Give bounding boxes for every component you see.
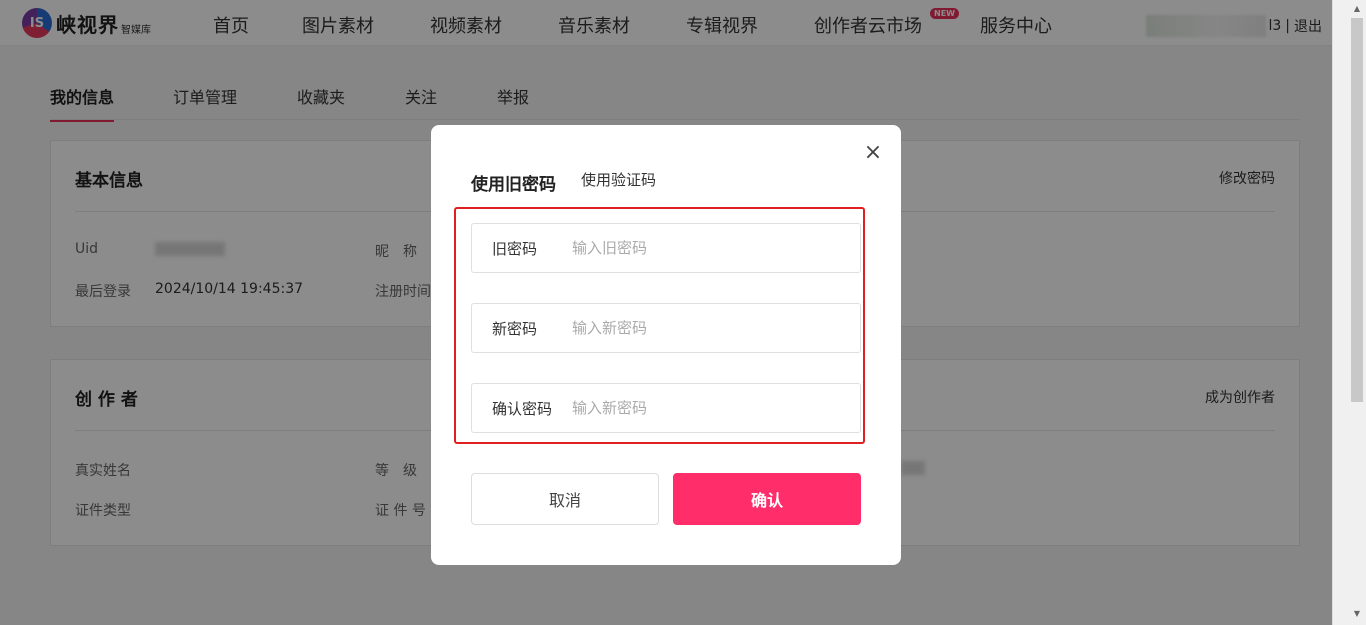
new-password-input[interactable] <box>572 319 860 337</box>
tab-use-verification-code[interactable]: 使用验证码 <box>581 169 656 190</box>
old-password-input[interactable] <box>572 239 860 257</box>
confirm-button[interactable]: 确认 <box>673 473 861 525</box>
close-icon[interactable]: × <box>861 141 885 165</box>
cancel-button[interactable]: 取消 <box>471 473 659 525</box>
confirm-password-input[interactable] <box>572 399 860 417</box>
confirm-password-row: 确认密码 <box>471 383 861 433</box>
new-password-row: 新密码 <box>471 303 861 353</box>
change-password-modal: × 使用旧密码 使用验证码 旧密码 新密码 确认密码 取消 确认 <box>431 125 901 565</box>
old-password-label: 旧密码 <box>492 239 538 258</box>
scroll-thumb[interactable] <box>1351 18 1363 402</box>
tab-use-old-password[interactable]: 使用旧密码 <box>471 170 556 195</box>
page-scrollbar[interactable]: ▲ ▼ <box>1332 0 1366 625</box>
scroll-down-arrow-icon[interactable]: ▼ <box>1351 607 1363 621</box>
old-password-row: 旧密码 <box>471 223 861 273</box>
scroll-up-arrow-icon[interactable]: ▲ <box>1351 2 1363 16</box>
confirm-password-label: 确认密码 <box>492 399 553 418</box>
new-password-label: 新密码 <box>492 319 538 338</box>
